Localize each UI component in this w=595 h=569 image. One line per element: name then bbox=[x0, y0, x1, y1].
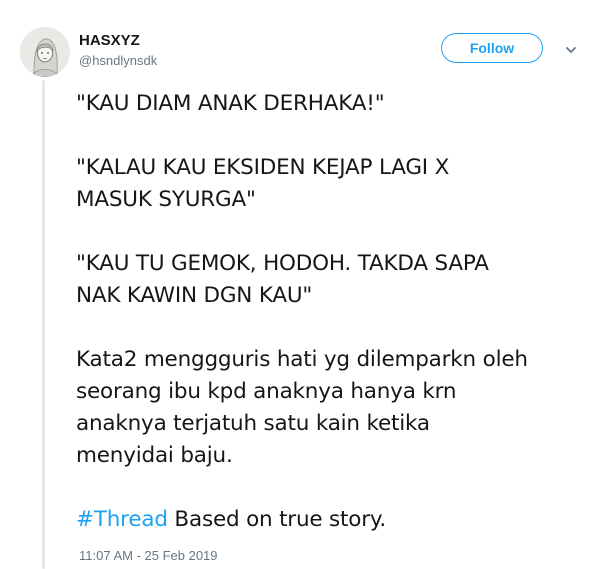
author-username[interactable]: @hsndlynsdk bbox=[79, 53, 157, 69]
tweet-text: "KAU DIAM ANAK DERHAKA!" "KALAU KAU EKSI… bbox=[76, 88, 581, 536]
more-options-button[interactable] bbox=[564, 42, 578, 56]
tweet-paragraph: "KAU DIAM ANAK DERHAKA!" bbox=[76, 91, 385, 116]
tweet-paragraph: Kata2 menggguris hati yg dilemparkn oleh… bbox=[76, 347, 528, 468]
tweet-timestamp[interactable]: 11:07 AM - 25 Feb 2019 bbox=[79, 548, 218, 564]
avatar[interactable] bbox=[20, 27, 70, 77]
follow-button[interactable]: Follow bbox=[441, 33, 543, 63]
hashtag-trailing-text: Based on true story. bbox=[167, 507, 386, 532]
tweet-paragraph: "KAU TU GEMOK, HODOH. TAKDA SAPA NAK KAW… bbox=[76, 251, 489, 308]
tweet-paragraph: "KALAU KAU EKSIDEN KEJAP LAGI X MASUK SY… bbox=[76, 155, 450, 212]
tweet-card: HASXYZ @hsndlynsdk Follow "KAU DIAM ANAK… bbox=[0, 0, 595, 569]
tweet-hashtag-line: #Thread Based on true story. bbox=[76, 504, 581, 536]
hashtag-link[interactable]: #Thread bbox=[76, 507, 168, 532]
thread-connector-line bbox=[42, 80, 45, 569]
chevron-down-icon bbox=[566, 47, 576, 53]
profile-avatar-illustration-icon bbox=[20, 27, 70, 77]
author-display-name[interactable]: HASXYZ bbox=[79, 32, 140, 50]
